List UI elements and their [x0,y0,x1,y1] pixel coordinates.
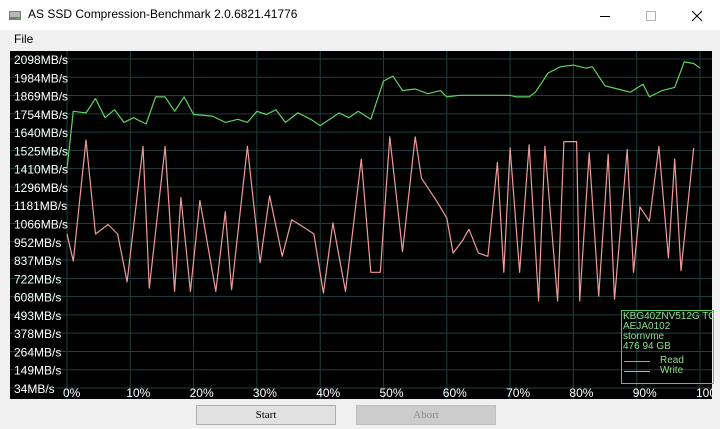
maximize-button[interactable] [628,0,674,30]
y-tick-label: 1181MB/s [14,199,67,213]
x-tick-label: 0% [63,386,81,399]
x-tick-label: 40% [316,386,340,399]
abort-button[interactable]: Abort [356,405,496,425]
menu-file[interactable]: File [14,32,33,46]
y-tick-label: 837MB/s [14,254,61,268]
x-tick-label: 70% [506,386,530,399]
maximize-icon [646,11,656,21]
y-tick-label: 722MB/s [14,272,61,286]
y-tick-label: 149MB/s [14,364,61,378]
legend-label-write: Write [660,365,684,376]
y-tick-label: 264MB/s [14,345,61,359]
menu-bar: File [0,30,720,50]
y-axis-ticks: 2098MB/s 1984MB/s 1869MB/s 1754MB/s 1640MB/s… [14,53,68,396]
y-tick-label: 952MB/s [14,236,61,250]
chart-canvas: 2098MB/s 1984MB/s 1869MB/s 1754MB/s 1640MB/s… [10,51,712,399]
benchmark-chart: 2098MB/s 1984MB/s 1869MB/s 1754MB/s 1640MB/s… [10,51,714,399]
chart-legend: KBG40ZNV512G TO AEJA0102 stornvme 476 94… [621,310,714,384]
y-tick-label: 1984MB/s [14,71,68,85]
legend-swatch-write [624,371,650,372]
y-tick-label: 1869MB/s [14,90,68,104]
x-tick-label: 20% [190,386,214,399]
legend-capacity: 476 94 GB [623,341,671,352]
close-icon [691,10,703,22]
x-tick-label: 50% [380,386,404,399]
y-tick-label: 1754MB/s [14,108,68,122]
y-tick-label: 1296MB/s [14,181,68,195]
y-tick-label: 2098MB/s [14,53,68,67]
legend-swatch-read [624,361,650,362]
minimize-icon [600,16,610,17]
close-button[interactable] [674,0,720,30]
x-tick-label: 10% [126,386,150,399]
minimize-button[interactable] [582,0,628,30]
y-tick-label: 34MB/s [14,382,55,396]
x-tick-label: 60% [443,386,467,399]
x-tick-label: 90% [633,386,657,399]
y-tick-label: 608MB/s [14,291,61,305]
start-button[interactable]: Start [196,405,336,425]
y-tick-label: 378MB/s [14,327,61,341]
y-tick-label: 1640MB/s [14,126,68,140]
title-bar: AS SSD Compression-Benchmark 2.0.6821.41… [0,0,720,30]
chart-grid [10,51,712,399]
hard-drive-icon [8,8,22,22]
y-tick-label: 493MB/s [14,309,61,323]
window-title: AS SSD Compression-Benchmark 2.0.6821.41… [28,7,298,21]
x-tick-label: 30% [253,386,277,399]
series-line-write [66,136,695,302]
y-tick-label: 1525MB/s [14,144,68,158]
y-tick-label: 1066MB/s [14,218,68,232]
x-tick-label: 100% [696,386,712,399]
x-tick-label: 80% [569,386,593,399]
legend-entry-write: Write [624,366,712,376]
y-tick-label: 1410MB/s [14,163,68,177]
